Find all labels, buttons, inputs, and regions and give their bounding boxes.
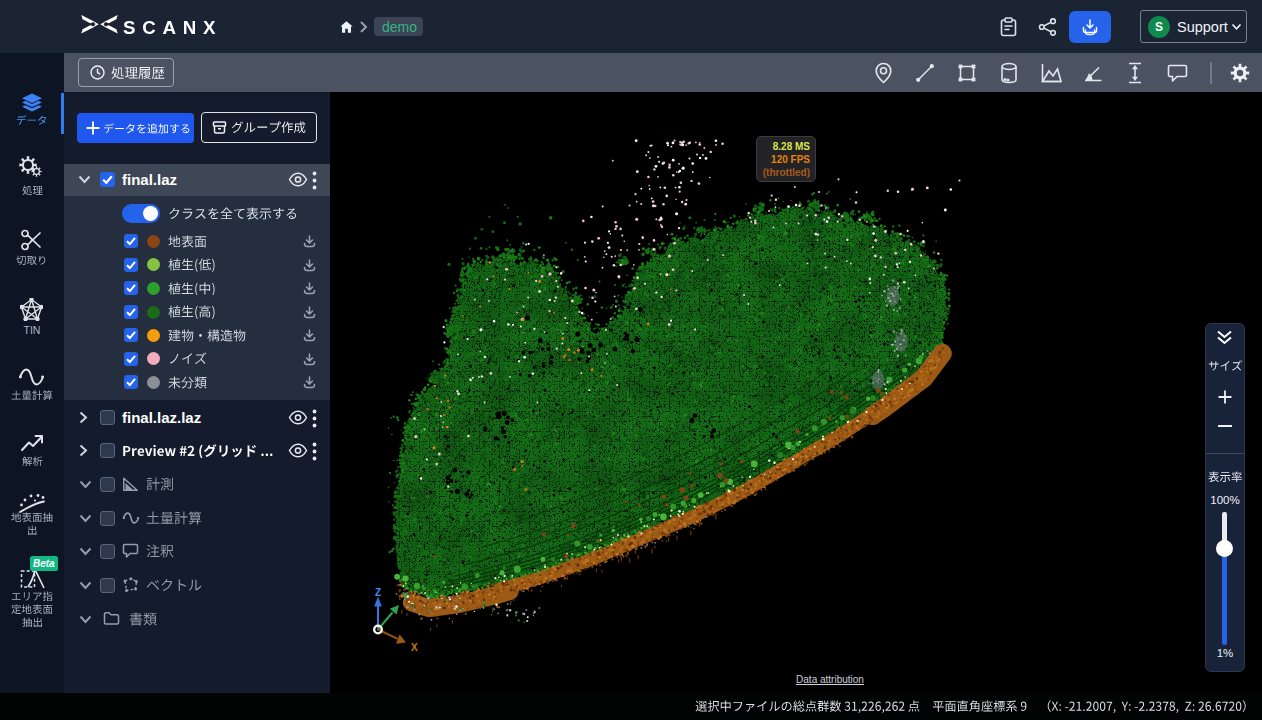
svg-text:X: X xyxy=(411,642,418,652)
svg-text:Z: Z xyxy=(375,587,381,598)
svg-text:Y: Y xyxy=(402,591,409,602)
